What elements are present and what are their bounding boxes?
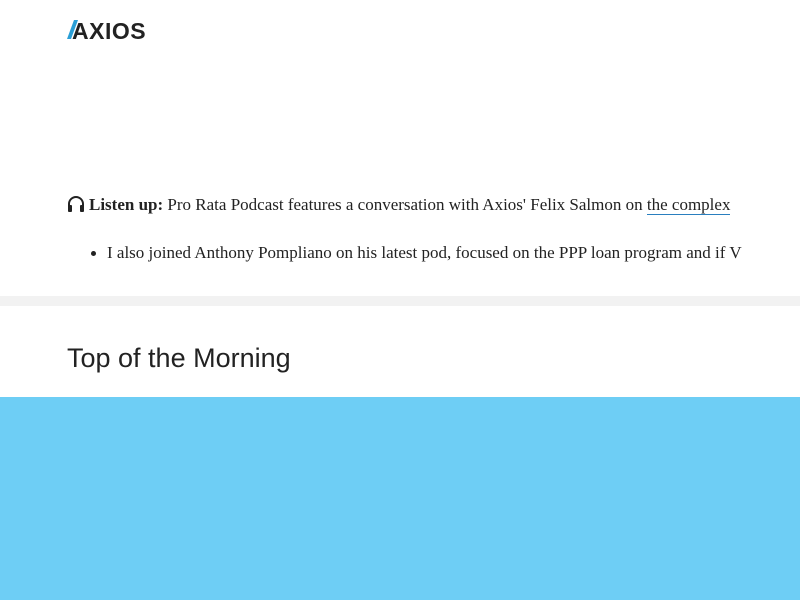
list-item: I also joined Anthony Pompliano on his l…: [91, 241, 742, 265]
axios-logo[interactable]: AXIOS: [67, 18, 157, 44]
listen-up-text: Pro Rata Podcast features a conversation…: [163, 195, 647, 214]
list-item-text: I also joined Anthony Pompliano on his l…: [107, 243, 742, 262]
listen-up-label: Listen up:: [89, 195, 164, 214]
section-divider: [0, 296, 800, 306]
headphones-icon: [67, 195, 85, 213]
axios-logo-mark: AXIOS: [67, 18, 146, 44]
logo-text: AXIOS: [72, 18, 146, 44]
featured-image: [0, 397, 800, 600]
listen-up-link[interactable]: the complex: [646, 195, 731, 215]
section-title: Top of the Morning: [67, 343, 291, 373]
listen-up-paragraph: Listen up: Pro Rata Podcast features a c…: [67, 193, 731, 217]
bullet-icon: [91, 250, 96, 256]
